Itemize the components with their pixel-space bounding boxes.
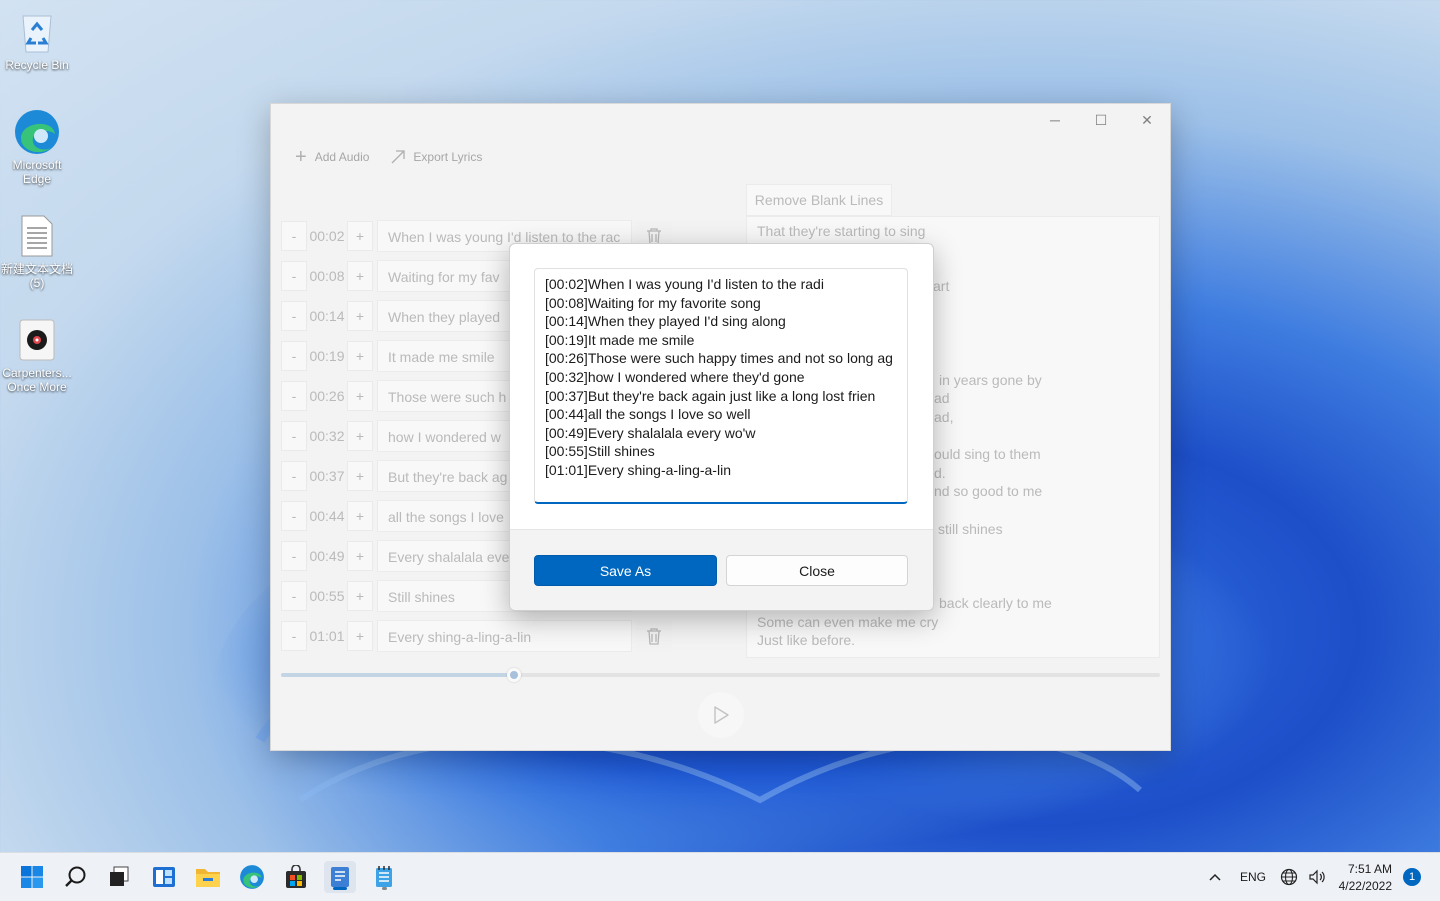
- edge-taskbar-button[interactable]: [236, 861, 268, 893]
- start-button[interactable]: [16, 861, 48, 893]
- notepad-icon: [376, 866, 392, 887]
- store-bag-icon: [286, 865, 306, 888]
- system-tray-icons[interactable]: [1280, 853, 1326, 901]
- network-globe-icon: [1280, 868, 1298, 886]
- desktop-icon-label: Microsoft Edge: [12, 158, 62, 186]
- running-indicator: [382, 887, 387, 890]
- lrc-line: [00:32]how I wondered where they'd gone: [545, 368, 805, 385]
- store-button[interactable]: [280, 861, 312, 893]
- close-dialog-button[interactable]: Close: [726, 555, 908, 586]
- widgets-button[interactable]: [148, 861, 180, 893]
- desktop-icon-text-doc[interactable]: 新建文本文档 (5): [0, 212, 74, 290]
- desktop-icon-label: Carpenters... Once More: [2, 366, 72, 394]
- lyrics-app-taskbar-button[interactable]: [324, 861, 356, 893]
- edge-icon: [13, 108, 61, 156]
- lrc-line: [00:14]When they played I'd sing along: [545, 313, 786, 330]
- input-language[interactable]: ENG: [1240, 853, 1266, 901]
- desktop-icon-label: Recycle Bin: [5, 58, 69, 72]
- text-document-icon: [13, 212, 61, 260]
- taskbar: ENG 7:51 AM 4/22/2022 1: [0, 852, 1440, 901]
- folder-icon: [196, 869, 220, 887]
- notification-count-badge: 1: [1403, 868, 1421, 886]
- lrc-line: [01:01]Every shing-a-ling-a-lin: [545, 461, 731, 478]
- desktop-icon-label: 新建文本文档 (5): [0, 262, 73, 290]
- file-explorer-button[interactable]: [192, 861, 224, 893]
- lyrics-app-icon: [331, 867, 349, 887]
- lrc-line: [00:37]But they're back again just like …: [545, 387, 876, 404]
- lrc-line: [00:44]all the songs I love so well: [545, 406, 751, 423]
- task-view-icon: [110, 866, 129, 886]
- lrc-line: [00:19]It made me smile: [545, 331, 695, 348]
- clock-date: 4/22/2022: [1338, 878, 1392, 893]
- dialog-footer: Save As Close: [510, 529, 933, 610]
- lrc-line: [00:49]Every shalalala every wo'w: [545, 424, 756, 441]
- save-as-button[interactable]: Save As: [534, 555, 717, 586]
- recycle-bin-icon: [13, 8, 61, 56]
- clock[interactable]: 7:51 AM 4/22/2022: [1334, 853, 1392, 901]
- show-hidden-icons-button[interactable]: [1208, 853, 1222, 901]
- widgets-icon: [153, 867, 175, 887]
- search-icon: [65, 866, 86, 887]
- lrc-line: [00:55]Still shines: [545, 443, 655, 460]
- lrc-line: [00:08]Waiting for my favorite song: [545, 294, 761, 311]
- lrc-output-textbox[interactable]: [00:02]When I was young I'd listen to th…: [534, 268, 908, 504]
- audio-file-icon: [13, 316, 61, 364]
- task-view-button[interactable]: [104, 861, 136, 893]
- lrc-line: [00:26]Those were such happy times and n…: [545, 350, 893, 367]
- chevron-up-icon: [1209, 873, 1221, 881]
- desktop-icon-audio-file[interactable]: Carpenters... Once More: [0, 316, 74, 394]
- export-lyrics-dialog: [00:02]When I was young I'd listen to th…: [509, 243, 934, 611]
- clock-time: 7:51 AM: [1347, 861, 1392, 876]
- search-button[interactable]: [60, 861, 92, 893]
- windows-logo-icon: [21, 866, 43, 888]
- desktop-icon-recycle-bin[interactable]: Recycle Bin: [0, 8, 74, 72]
- volume-icon: [1309, 869, 1325, 885]
- notepad-taskbar-button[interactable]: [368, 861, 400, 893]
- active-indicator: [333, 887, 347, 890]
- desktop-icon-edge[interactable]: Microsoft Edge: [0, 108, 74, 186]
- notification-center-button[interactable]: 1: [1403, 853, 1421, 901]
- lrc-line: [00:02]When I was young I'd listen to th…: [545, 276, 824, 292]
- edge-icon: [240, 865, 264, 889]
